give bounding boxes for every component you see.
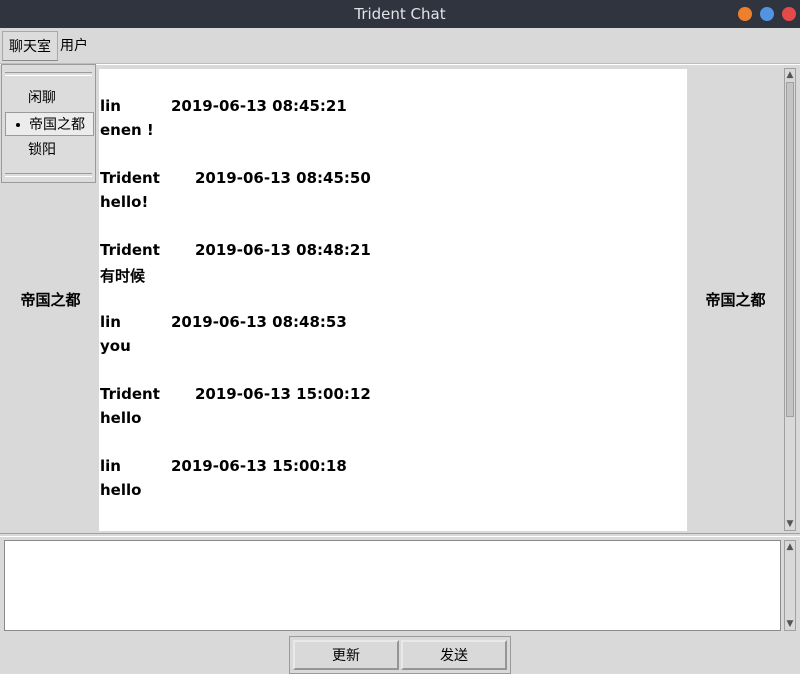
message-sender: Trident xyxy=(100,169,160,187)
message-text: hello! xyxy=(100,193,149,211)
message-sender: Trident xyxy=(100,241,160,259)
minimize-button[interactable] xyxy=(738,7,752,21)
chat-scroll-thumb[interactable] xyxy=(786,82,794,417)
divider xyxy=(0,533,800,537)
menu-chatroom[interactable]: 聊天室 xyxy=(2,31,58,61)
title-bar: Trident Chat xyxy=(0,0,800,28)
room-item[interactable]: 闲聊 xyxy=(5,86,94,110)
chatroom-dropdown: 闲聊 帝国之都 锁阳 xyxy=(1,64,96,183)
window-title: Trident Chat xyxy=(354,5,446,23)
message-input[interactable] xyxy=(4,540,781,631)
close-button[interactable] xyxy=(782,7,796,21)
scroll-up-icon[interactable]: ▲ xyxy=(785,541,795,553)
message-text: hello xyxy=(100,409,142,427)
room-item[interactable]: 锁阳 xyxy=(5,138,94,162)
room-item-selected[interactable]: 帝国之都 xyxy=(5,112,94,136)
message-time: 2019-06-13 08:48:21 xyxy=(195,241,371,259)
message-sender: Trident xyxy=(100,385,160,403)
room-item-label: 帝国之都 xyxy=(29,117,85,133)
scroll-down-icon[interactable]: ▼ xyxy=(785,518,795,530)
input-scrollbar[interactable]: ▲ ▼ xyxy=(784,540,796,631)
dropdown-separator xyxy=(5,72,92,76)
message-time: 2019-06-13 15:00:12 xyxy=(195,385,371,403)
message-sender: lin xyxy=(100,457,121,475)
scroll-up-icon[interactable]: ▲ xyxy=(785,69,795,81)
maximize-button[interactable] xyxy=(760,7,774,21)
radio-dot-icon xyxy=(16,123,20,127)
menu-users[interactable]: 用户 xyxy=(54,31,94,61)
right-room-label: 帝国之都 xyxy=(688,68,783,531)
menu-bar: 聊天室 用户 xyxy=(0,28,800,64)
dropdown-separator xyxy=(5,173,92,177)
message-sender: lin xyxy=(100,97,121,115)
message-time: 2019-06-13 08:48:53 xyxy=(171,313,347,331)
refresh-button[interactable]: 更新 xyxy=(293,640,399,670)
action-buttons: 更新 发送 xyxy=(289,636,511,674)
left-room-label-text: 帝国之都 xyxy=(20,290,81,309)
message-time: 2019-06-13 15:00:18 xyxy=(171,457,347,475)
right-room-label-text: 帝国之都 xyxy=(705,291,766,309)
scroll-down-icon[interactable]: ▼ xyxy=(785,618,795,630)
send-button[interactable]: 发送 xyxy=(401,640,507,670)
message-text: hello xyxy=(100,481,142,499)
message-text: you xyxy=(100,337,131,355)
chat-history[interactable]: lin 2019-06-13 08:45:21 enen ! Trident 2… xyxy=(99,69,687,531)
message-time: 2019-06-13 08:45:50 xyxy=(195,169,371,187)
message-text: 有时候 xyxy=(100,267,146,285)
message-text: enen ! xyxy=(100,121,154,139)
message-sender: lin xyxy=(100,313,121,331)
message-time: 2019-06-13 08:45:21 xyxy=(171,97,347,115)
chat-scrollbar[interactable]: ▲ ▼ xyxy=(784,68,796,531)
